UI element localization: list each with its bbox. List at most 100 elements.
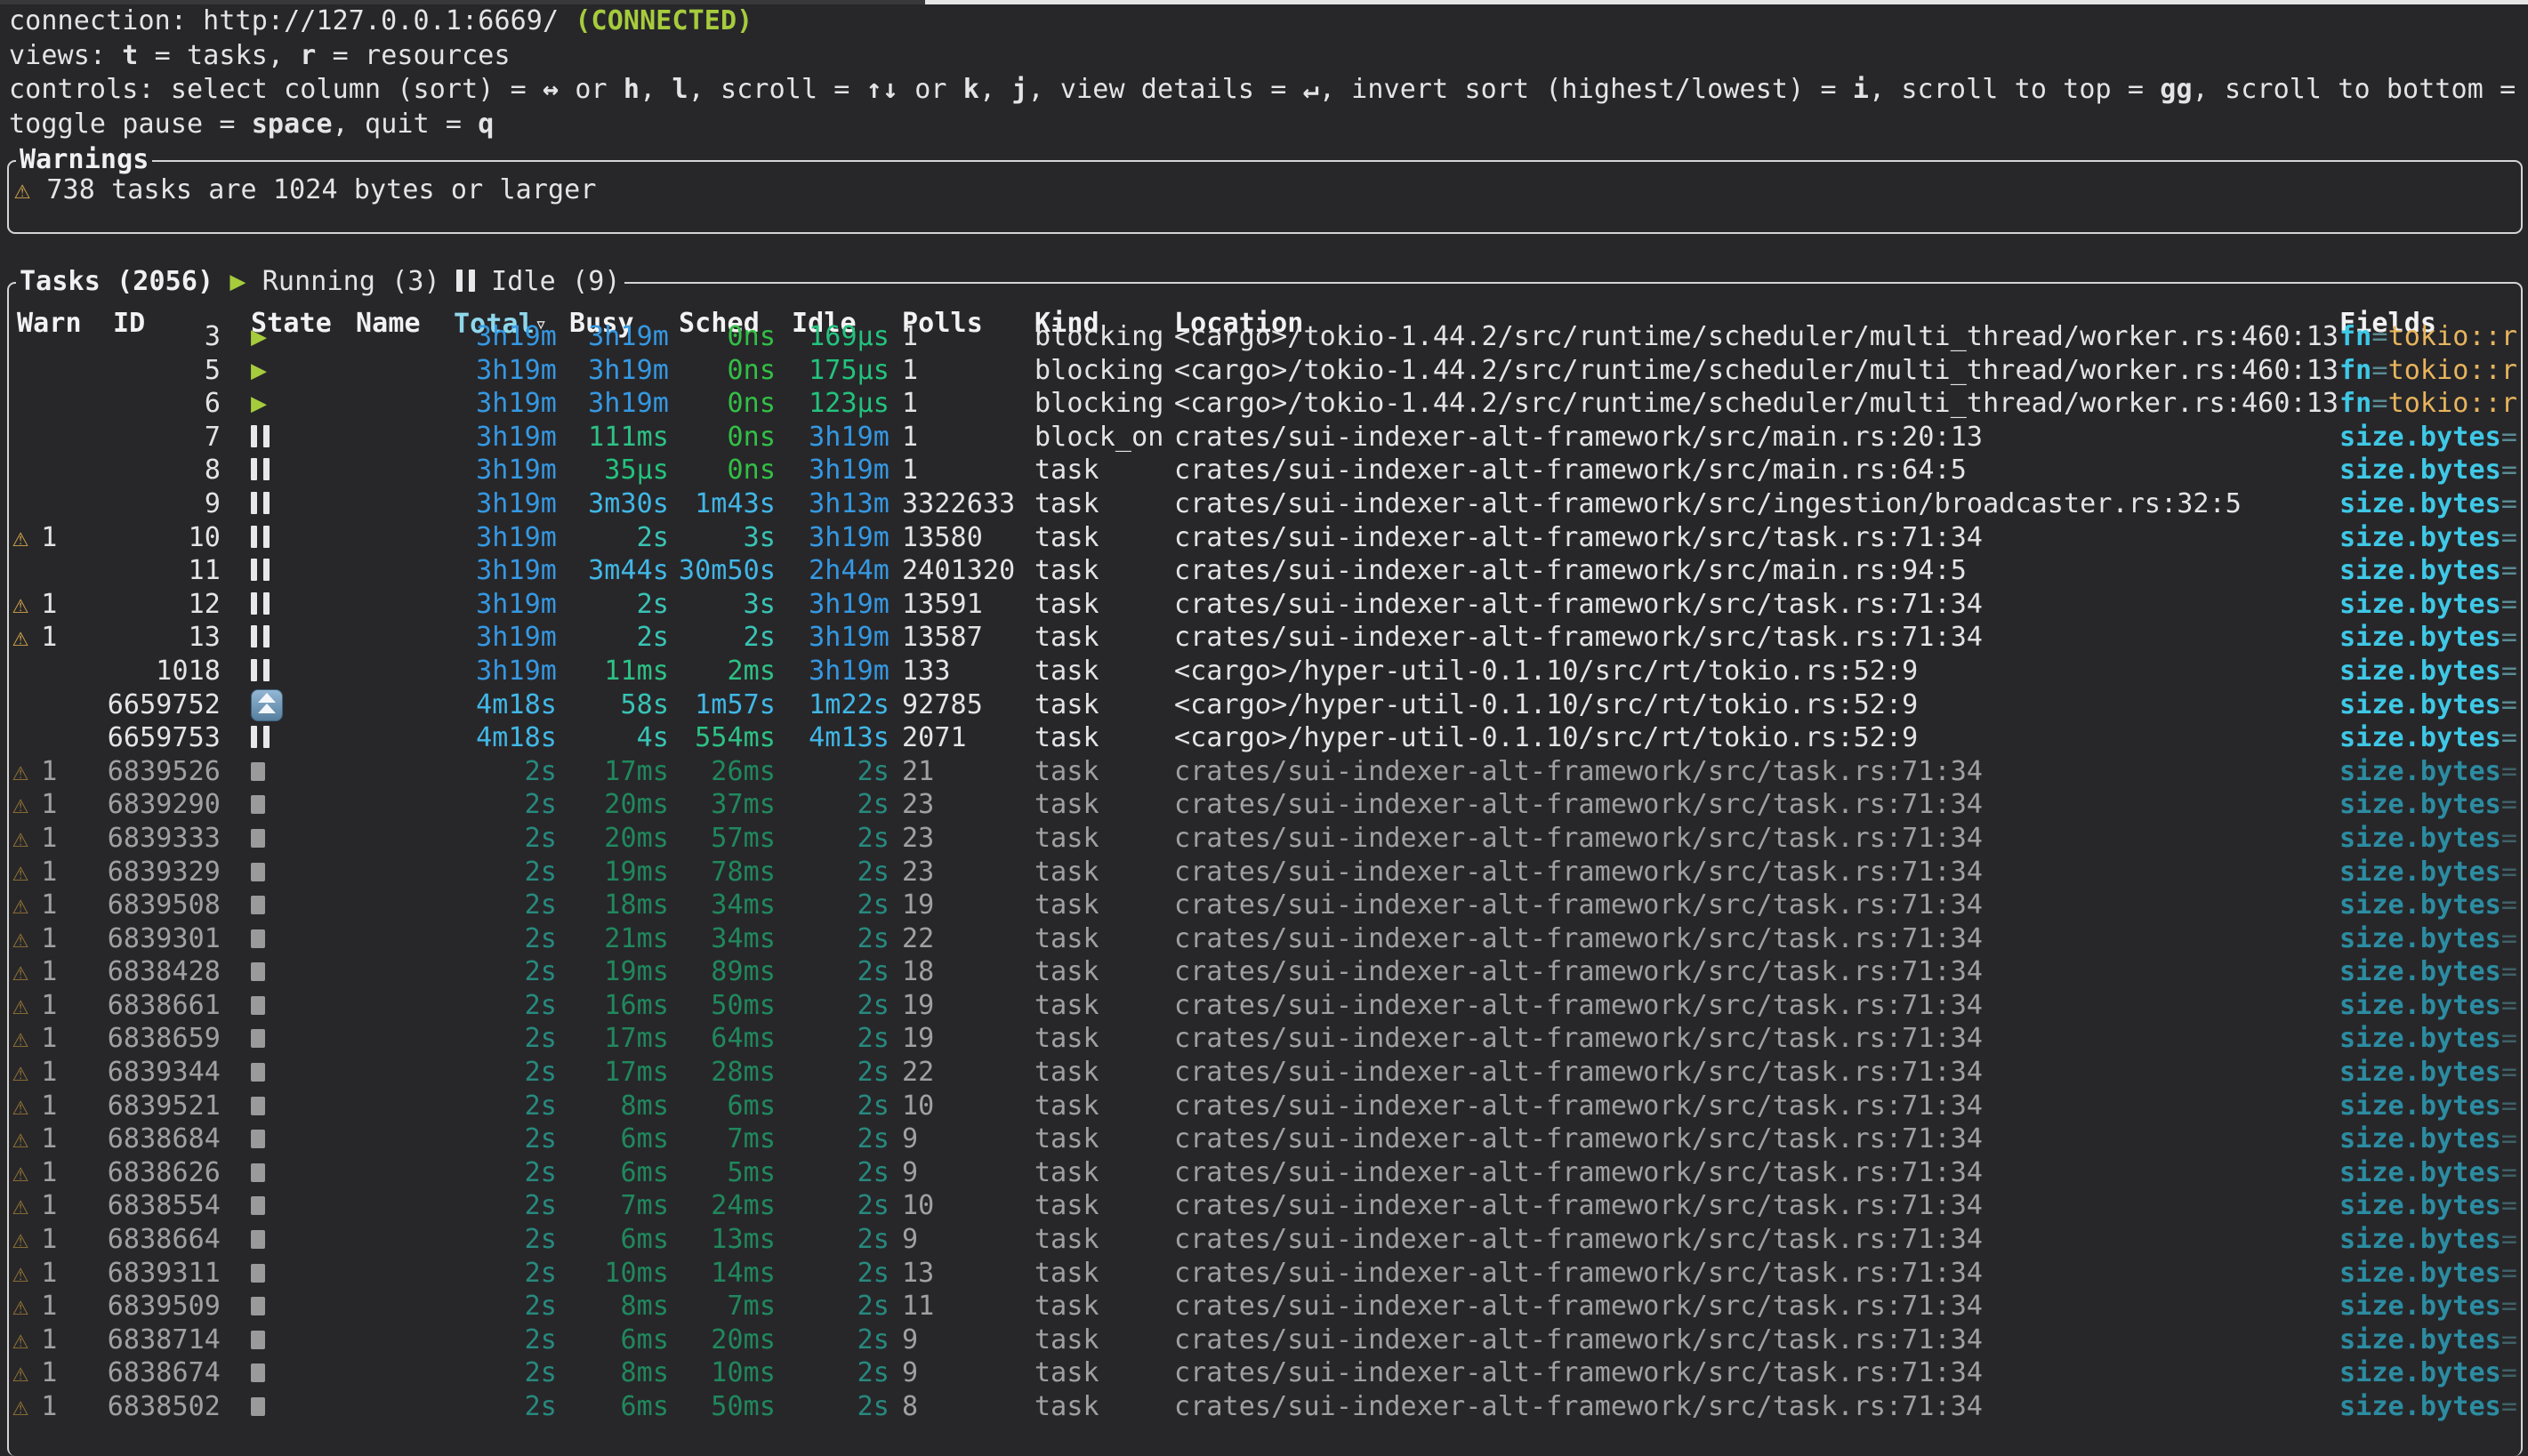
task-row[interactable]: 113h19m3m44s30m50s2h44m2401320taskcrates… [9, 554, 2519, 588]
task-kind-cell: task [1035, 588, 1168, 622]
task-location-cell: crates/sui-indexer-alt-framework/src/mai… [1174, 554, 2338, 588]
task-id-cell: 6839311 [80, 1257, 221, 1291]
task-row[interactable]: 83h19m35µs0ns3h19m1taskcrates/sui-indexe… [9, 454, 2519, 487]
task-state-cell [251, 856, 331, 889]
field-key: size.bytes [2339, 857, 2501, 888]
task-row[interactable]: ⚠168386592s17ms64ms2s19taskcrates/sui-in… [9, 1022, 2519, 1056]
task-row[interactable]: ⚠168392902s20ms37ms2s23taskcrates/sui-in… [9, 788, 2519, 822]
task-fields-cell: size.bytes= [2339, 822, 2517, 856]
task-row[interactable]: ⚠1103h19m2s3s3h19m13580taskcrates/sui-in… [9, 521, 2519, 555]
task-idle-cell: 2s [779, 788, 890, 822]
task-polls-cell: 19 [902, 989, 1026, 1023]
task-id-cell: 6839508 [80, 889, 221, 922]
task-row[interactable]: 93h19m3m30s1m43s3h13m3322633taskcrates/s… [9, 487, 2519, 521]
warning-icon: ⚠ [12, 789, 28, 820]
warning-icon: ⚠ [12, 823, 28, 854]
task-location-cell: <cargo>/hyper-util-0.1.10/src/rt/tokio.r… [1174, 721, 2338, 755]
field-equals: = [2501, 656, 2517, 687]
task-idle-cell: 2s [779, 1390, 890, 1424]
task-fields-cell: size.bytes= [2339, 889, 2517, 922]
completed-icon [251, 1397, 265, 1416]
running-icon: ▶ [251, 321, 267, 352]
task-row[interactable]: ⚠168384282s19ms89ms2s18taskcrates/sui-in… [9, 955, 2519, 989]
task-row[interactable]: ⚠168387142s6ms20ms2s9taskcrates/sui-inde… [9, 1323, 2519, 1357]
task-busy-cell: 11ms [564, 655, 669, 688]
task-row[interactable]: ⚠168386742s8ms10ms2s9taskcrates/sui-inde… [9, 1356, 2519, 1390]
help-text: , scroll to top = [1869, 74, 2160, 105]
task-row[interactable]: ⚠168385542s7ms24ms2s10taskcrates/sui-ind… [9, 1189, 2519, 1223]
task-total-cell: 3h19m [447, 454, 557, 487]
task-busy-cell: 3h19m [564, 387, 669, 421]
task-state-cell [251, 1356, 331, 1390]
task-row[interactable]: 66597524m18s58s1m57s1m22s92785task<cargo… [9, 688, 2519, 722]
task-row[interactable]: ⚠1123h19m2s3s3h19m13591taskcrates/sui-in… [9, 588, 2519, 622]
task-location-cell: crates/sui-indexer-alt-framework/src/tas… [1174, 1390, 2338, 1424]
warning-count: 1 [28, 1123, 57, 1154]
task-row[interactable]: ⚠168395262s17ms26ms2s21taskcrates/sui-in… [9, 755, 2519, 789]
task-id-cell: 6839509 [80, 1290, 221, 1323]
task-row[interactable]: ⚠168386642s6ms13ms2s9taskcrates/sui-inde… [9, 1223, 2519, 1257]
task-name-cell [356, 1257, 441, 1291]
task-fields-cell: size.bytes= [2339, 521, 2517, 555]
field-equals: = [2501, 488, 2517, 519]
task-row[interactable]: ⚠168393112s10ms14ms2s13taskcrates/sui-in… [9, 1257, 2519, 1291]
task-row[interactable]: ⚠168395082s18ms34ms2s19taskcrates/sui-in… [9, 889, 2519, 922]
task-location-cell: crates/sui-indexer-alt-framework/src/mai… [1174, 454, 2338, 487]
task-id-cell: 13 [80, 621, 221, 655]
task-row[interactable]: ⚠168395212s8ms6ms2s10taskcrates/sui-inde… [9, 1090, 2519, 1123]
task-busy-cell: 6ms [564, 1223, 669, 1257]
task-row[interactable]: 3▶3h19m3h19m0ns169µs1blocking<cargo>/tok… [9, 320, 2519, 354]
task-busy-cell: 6ms [564, 1323, 669, 1357]
task-sched-cell: 20ms [672, 1323, 776, 1357]
task-polls-cell: 9 [902, 1156, 1026, 1190]
task-row[interactable]: ⚠168393292s19ms78ms2s23taskcrates/sui-in… [9, 856, 2519, 889]
field-equals: = [2501, 823, 2517, 854]
task-row[interactable]: ⚠168395092s8ms7ms2s11taskcrates/sui-inde… [9, 1290, 2519, 1323]
task-kind-cell: task [1035, 1390, 1168, 1424]
task-row[interactable]: 5▶3h19m3h19m0ns175µs1blocking<cargo>/tok… [9, 354, 2519, 388]
warning-icon: ⚠ [12, 1291, 28, 1322]
task-row[interactable]: ⚠168393332s20ms57ms2s23taskcrates/sui-in… [9, 822, 2519, 856]
task-id-cell: 6838626 [80, 1156, 221, 1190]
task-fields-cell: size.bytes= [2339, 1356, 2517, 1390]
task-state-cell [251, 1323, 331, 1357]
field-key: size.bytes [2339, 756, 2501, 787]
task-polls-cell: 21 [902, 755, 1026, 789]
task-row[interactable]: ⚠168386842s6ms7ms2s9taskcrates/sui-index… [9, 1122, 2519, 1156]
task-row[interactable]: ⚠168386612s16ms50ms2s19taskcrates/sui-in… [9, 989, 2519, 1023]
task-warn-cell: ⚠1 [12, 1189, 87, 1223]
controls-line: controls: select column (sort) = ↔ or h,… [9, 73, 2528, 108]
completed-icon [251, 1029, 265, 1048]
task-kind-cell: task [1035, 922, 1168, 956]
task-name-cell [356, 521, 441, 555]
task-name-cell [356, 320, 441, 354]
task-idle-cell: 2s [779, 822, 890, 856]
task-row[interactable]: ⚠1133h19m2s2s3h19m13587taskcrates/sui-in… [9, 621, 2519, 655]
task-fields-cell: size.bytes= [2339, 621, 2517, 655]
field-equals: = [2501, 1023, 2517, 1054]
task-row[interactable]: 66597534m18s4s554ms4m13s2071task<cargo>/… [9, 721, 2519, 755]
warning-icon: ⚠ [12, 1057, 28, 1088]
task-row[interactable]: ⚠168393442s17ms28ms2s22taskcrates/sui-in… [9, 1056, 2519, 1090]
task-row[interactable]: ⚠168386262s6ms5ms2s9taskcrates/sui-index… [9, 1156, 2519, 1190]
field-equals: = [2501, 1157, 2517, 1188]
task-state-cell: ▶ [251, 354, 331, 388]
key-hint: h [624, 74, 640, 105]
task-id-cell: 6838684 [80, 1122, 221, 1156]
task-id-cell: 7 [80, 421, 221, 454]
task-busy-cell: 6ms [564, 1156, 669, 1190]
task-name-cell [356, 1290, 441, 1323]
task-row[interactable]: ⚠168393012s21ms34ms2s22taskcrates/sui-in… [9, 922, 2519, 956]
completed-icon [251, 1063, 265, 1082]
task-row[interactable]: 73h19m111ms0ns3h19m1block_oncrates/sui-i… [9, 421, 2519, 454]
task-sched-cell: 2s [672, 621, 776, 655]
task-polls-cell: 92785 [902, 688, 1026, 722]
task-row[interactable]: 10183h19m11ms2ms3h19m133task<cargo>/hype… [9, 655, 2519, 688]
task-idle-cell: 2s [779, 1290, 890, 1323]
task-row[interactable]: 6▶3h19m3h19m0ns123µs1blocking<cargo>/tok… [9, 387, 2519, 421]
warning-icon: ⚠ [12, 1224, 28, 1255]
task-idle-cell: 123µs [779, 387, 890, 421]
task-row[interactable]: ⚠168385022s6ms50ms2s8taskcrates/sui-inde… [9, 1390, 2519, 1424]
task-id-cell: 6838674 [80, 1356, 221, 1390]
field-key: size.bytes [2339, 889, 2501, 921]
